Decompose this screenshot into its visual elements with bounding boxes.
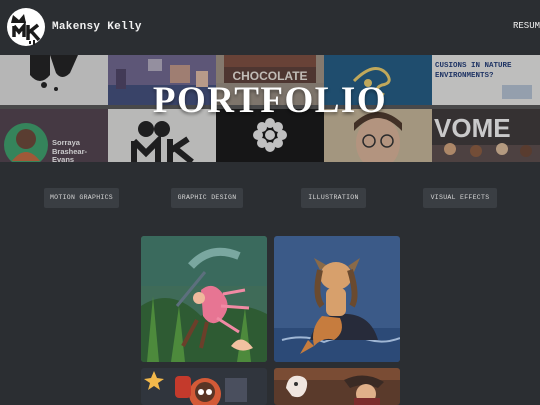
mk-logo[interactable]: [6, 6, 46, 48]
filter-graphic-design[interactable]: GRAPHIC DESIGN: [171, 188, 243, 208]
filter-illustration[interactable]: ILLUSTRATION: [301, 188, 366, 208]
nav-link-resume[interactable]: RESUME: [513, 21, 540, 31]
filter-motion-graphics[interactable]: MOTION GRAPHICS: [44, 188, 119, 208]
hero-banner: CHOCOLATE CUSIONS IN NATURE ENVIRONMENTS…: [0, 55, 540, 162]
gallery-item-character-illustration[interactable]: [141, 368, 267, 405]
hero-title: PORTFOLIO: [152, 80, 388, 121]
gallery-item-mermaid-illustration[interactable]: [274, 236, 400, 362]
filter-visual-effects[interactable]: VISUAL EFFECTS: [423, 188, 497, 208]
site-name[interactable]: Makensy Kelly: [52, 21, 142, 33]
gallery-item-ghost-illustration[interactable]: [274, 368, 400, 405]
gallery-item-fairy-illustration[interactable]: [141, 236, 267, 362]
site-header: Makensy Kelly RESUME: [0, 0, 540, 55]
